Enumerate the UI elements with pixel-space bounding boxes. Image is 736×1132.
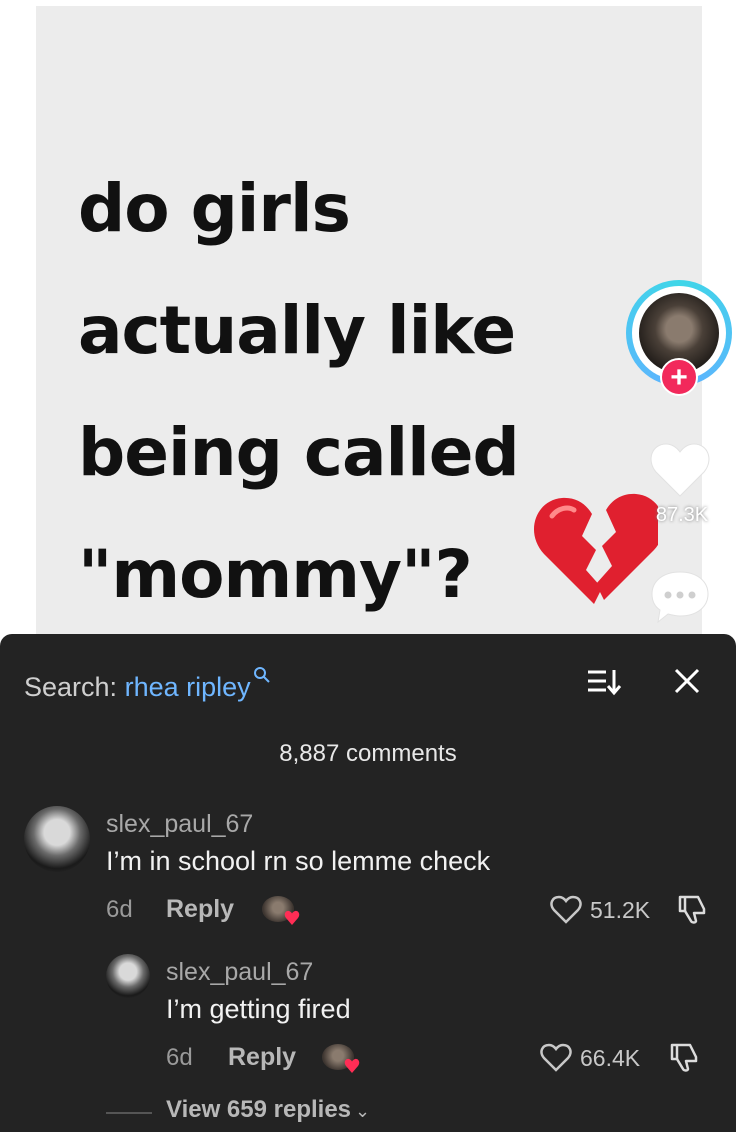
sort-icon[interactable]	[586, 666, 622, 698]
comment-text: I’m in school rn so lemme check	[106, 846, 491, 876]
video-caption-text: do girls actually like being called "mom…	[78, 148, 520, 636]
avatar[interactable]	[106, 954, 150, 998]
comment-text: I’m getting fired	[166, 994, 351, 1024]
follow-button[interactable]: +	[660, 358, 698, 396]
search-term-link[interactable]: rhea ripley	[125, 672, 251, 702]
avatar[interactable]	[24, 806, 90, 872]
close-icon[interactable]	[672, 666, 702, 696]
caption-line: actually like	[78, 292, 516, 369]
creator-liked-badge	[262, 896, 300, 925]
like-count: 51.2K	[590, 897, 651, 923]
search-icon	[253, 667, 270, 683]
like-count: 87.3K	[655, 504, 709, 526]
search-suggestion[interactable]: Search: rhea ripley	[24, 666, 271, 703]
heart-icon	[284, 910, 300, 925]
reply-button[interactable]: Reply	[166, 895, 234, 924]
creator-liked-badge	[322, 1044, 360, 1073]
video-player[interactable]: do girls actually like being called "mom…	[0, 0, 736, 640]
caption-line: "mommy"?	[78, 536, 473, 613]
divider	[106, 1112, 152, 1114]
comment-icon[interactable]	[648, 566, 712, 626]
reply-button[interactable]: Reply	[228, 1043, 296, 1072]
like-icon[interactable]	[540, 1043, 572, 1073]
view-replies-button[interactable]: View 659 replies ⌄	[166, 1096, 370, 1124]
search-prefix: Search:	[24, 672, 118, 702]
comment-username[interactable]: slex_paul_67	[106, 810, 253, 839]
comment-time: 6d	[106, 896, 133, 923]
view-replies-label: View 659 replies	[166, 1096, 352, 1123]
caption-line: being called	[78, 414, 520, 491]
caption-line: do girls	[78, 170, 351, 247]
chevron-down-icon: ⌄	[355, 1101, 371, 1121]
comments-count: 8,887 comments	[279, 740, 457, 767]
like-icon[interactable]	[550, 895, 582, 925]
comment-username[interactable]: slex_paul_67	[166, 958, 313, 987]
comment-time: 6d	[166, 1044, 193, 1071]
like-count: 66.4K	[580, 1045, 641, 1071]
broken-heart-emoji-icon	[533, 493, 658, 604]
dislike-icon[interactable]	[668, 1041, 700, 1073]
heart-icon	[344, 1058, 360, 1073]
dislike-icon[interactable]	[676, 893, 708, 925]
heart-icon[interactable]	[648, 440, 712, 500]
